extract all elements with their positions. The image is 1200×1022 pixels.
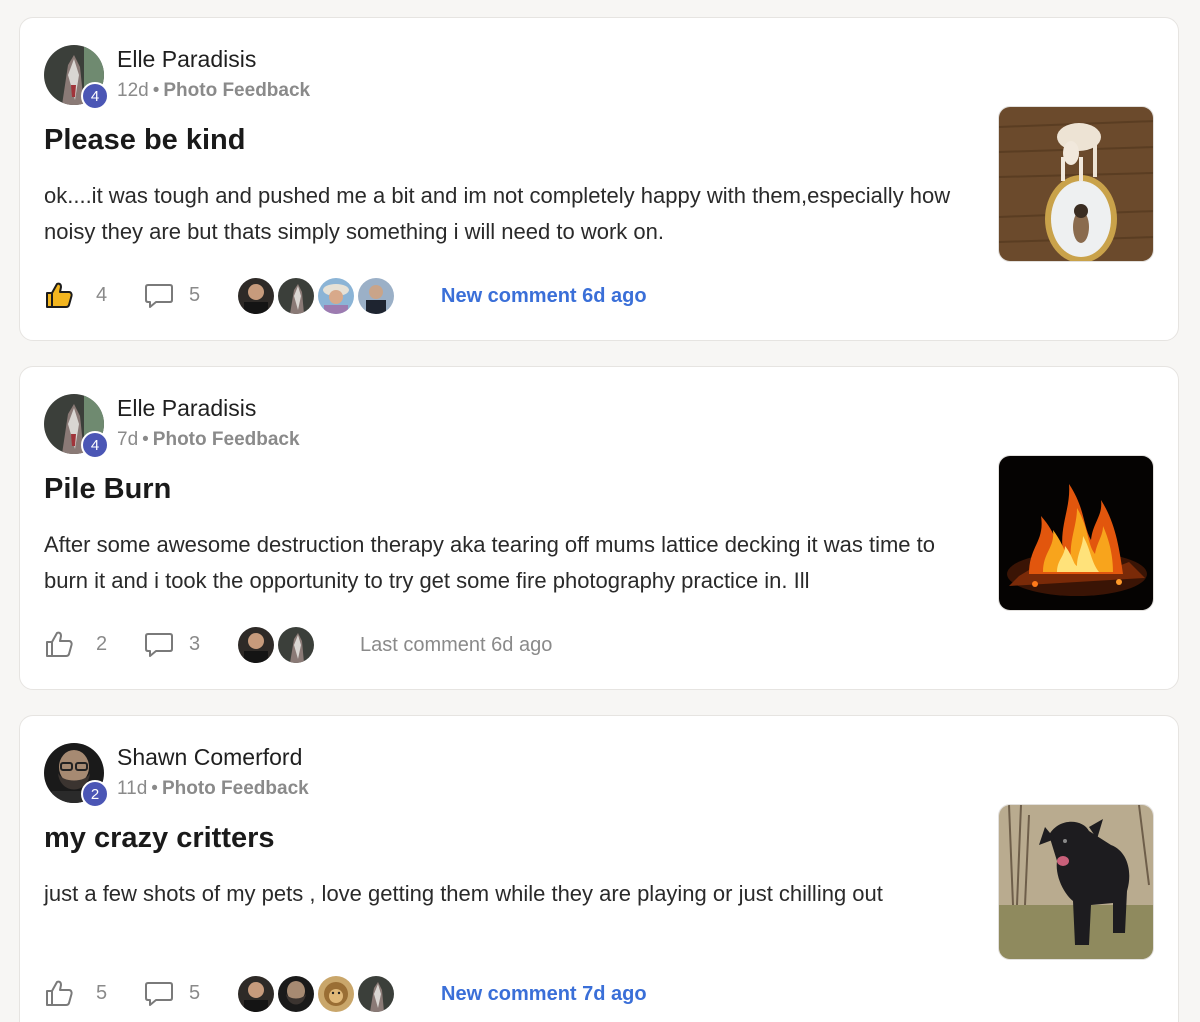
comment-count: 3 [189,633,201,655]
post-footer: 4 5 New comment 6d ago [44,276,944,316]
post-thumbnail[interactable] [998,455,1154,611]
activity-status[interactable]: Last comment 6d ago [360,634,552,657]
meta-separator: • [151,778,158,799]
post-category[interactable]: Photo Feedback [163,80,310,101]
black-dog-photo-icon [999,805,1153,959]
comment-icon[interactable] [144,980,174,1008]
author-name[interactable]: Elle Paradisis [117,46,256,73]
post-meta: 7d • Photo Feedback [117,429,300,451]
meta-separator: • [142,429,149,450]
participant-avatar [316,276,356,316]
like-count: 2 [96,633,108,655]
participant-avatar [276,276,316,316]
post-age: 7d [117,429,139,450]
post-thumbnail[interactable] [998,106,1154,262]
post-age: 12d [117,80,149,101]
level-badge: 4 [81,82,109,110]
activity-status[interactable]: New comment 6d ago [441,285,647,308]
dog-mirror-photo-icon [999,107,1153,261]
author-name[interactable]: Elle Paradisis [117,395,256,422]
participant-avatar [276,625,316,665]
post-card[interactable]: 4 Elle Paradisis 12d • Photo Feedback Plea… [19,17,1179,341]
meta-separator: • [152,80,160,101]
comment-icon[interactable] [144,631,174,659]
comment-count: 5 [189,982,201,1004]
participant-avatar [356,974,396,1014]
post-meta: 12d • Photo Feedback [117,80,310,102]
thumbs-up-icon[interactable] [44,629,74,659]
post-footer: 5 5 New comment 7d ago [44,974,944,1014]
author-avatar[interactable]: 2 [44,743,109,808]
post-title[interactable]: Please be kind [44,124,246,157]
post-category[interactable]: Photo Feedback [153,429,300,450]
comment-icon[interactable] [144,282,174,310]
post-title[interactable]: my crazy critters [44,822,275,855]
post-footer: 2 3 Last comment 6d ago [44,625,944,665]
bonfire-photo-icon [999,456,1153,610]
post-excerpt[interactable]: After some awesome destruction therapy a… [44,527,979,599]
post-category[interactable]: Photo Feedback [162,778,309,799]
participant-avatar [356,276,396,316]
activity-status[interactable]: New comment 7d ago [441,983,647,1006]
post-meta: 11d • Photo Feedback [117,778,309,800]
participant-avatar [236,974,276,1014]
post-title[interactable]: Pile Burn [44,473,171,506]
post-thumbnail[interactable] [998,804,1154,960]
participant-avatar [236,625,276,665]
thumbs-up-icon[interactable] [44,280,74,310]
participant-avatar [276,974,316,1014]
post-age: 11d [117,778,148,799]
author-avatar[interactable]: 4 [44,394,109,459]
post-card[interactable]: 2 Shawn Comerford 11d • Photo Feedback my … [19,715,1179,1022]
comment-count: 5 [189,284,201,306]
level-badge: 2 [81,780,109,808]
like-count: 5 [96,982,108,1004]
author-avatar[interactable]: 4 [44,45,109,110]
participant-avatar [236,276,276,316]
post-card[interactable]: 4 Elle Paradisis 7d • Photo Feedback Pile … [19,366,1179,690]
post-excerpt[interactable]: just a few shots of my pets , love getti… [44,876,979,912]
level-badge: 4 [81,431,109,459]
participant-avatar [316,974,356,1014]
thumbs-up-icon[interactable] [44,978,74,1008]
like-count: 4 [96,284,108,306]
post-excerpt[interactable]: ok....it was tough and pushed me a bit a… [44,178,979,250]
author-name[interactable]: Shawn Comerford [117,744,302,771]
